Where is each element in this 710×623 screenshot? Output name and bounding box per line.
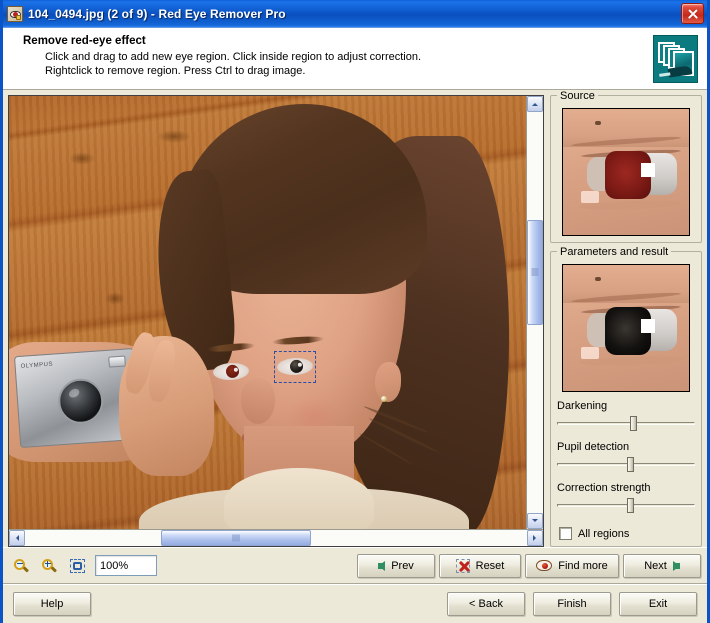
scroll-right-icon[interactable] <box>527 530 543 546</box>
find-more-button-label: Find more <box>558 559 608 572</box>
header-text-block: Remove red-eye effect Click and drag to … <box>3 35 653 78</box>
footer-bar: Help < Back Finish Exit <box>3 583 707 623</box>
fit-to-window-icon[interactable] <box>65 553 89 578</box>
pupil-detection-label: Pupil detection <box>557 441 630 453</box>
title-bar: 104_0494.jpg (2 of 9) - Red Eye Remover … <box>3 0 707 27</box>
reset-button-label: Reset <box>475 559 505 572</box>
photo-earring <box>381 396 387 402</box>
sidebar: Source Parameters and result Darkening P… <box>550 90 702 547</box>
horizontal-scroll-thumb[interactable] <box>160 530 312 546</box>
arrow-left-icon <box>378 560 386 571</box>
zoom-out-icon[interactable] <box>9 553 33 578</box>
page-title: Remove red-eye effect <box>23 35 146 47</box>
darkening-label: Darkening <box>557 400 608 412</box>
all-regions-row[interactable]: All regions <box>557 527 695 540</box>
exit-button[interactable]: Exit <box>619 591 697 616</box>
prev-button[interactable]: Prev <box>357 553 435 578</box>
source-groupbox: Source <box>550 90 702 243</box>
client-area: Remove red-eye effect Click and drag to … <box>3 27 707 623</box>
finish-button[interactable]: Finish <box>533 591 611 616</box>
image-canvas[interactable]: OLYMPUS <box>9 96 526 529</box>
scroll-left-icon[interactable] <box>9 530 25 546</box>
source-group-title: Source <box>557 90 598 102</box>
finish-button-label: Finish <box>557 597 587 610</box>
source-eye-preview <box>562 108 690 236</box>
all-regions-checkbox[interactable] <box>559 527 572 540</box>
zoom-level-input[interactable]: 100% <box>95 555 157 576</box>
red-eye-app-icon <box>7 5 23 22</box>
photo-nose <box>241 378 275 424</box>
pupil-detection-slider-thumb[interactable] <box>627 457 635 472</box>
arrow-right-icon <box>672 560 680 571</box>
correction-strength-slider-thumb[interactable] <box>627 498 635 513</box>
close-icon[interactable] <box>681 3 704 24</box>
instruction-line-1: Click and drag to add new eye region. Cl… <box>45 51 422 63</box>
darkening-slider[interactable] <box>557 415 695 433</box>
darkening-slider-thumb[interactable] <box>629 416 637 431</box>
vertical-scroll-track[interactable] <box>527 112 543 513</box>
horizontal-scroll-track[interactable] <box>25 530 527 546</box>
reset-icon <box>455 558 470 573</box>
result-eye-preview <box>562 264 690 392</box>
photo-stack-logo-icon <box>653 35 698 83</box>
help-button-label: Help <box>40 597 64 610</box>
pupil-detection-slider[interactable] <box>557 456 695 474</box>
pupil-detection-slider-group: Pupil detection <box>557 441 695 474</box>
eye-icon <box>536 560 553 571</box>
header-instructions: Click and drag to add new eye region. Cl… <box>23 50 653 78</box>
next-button[interactable]: Next <box>623 553 701 578</box>
correction-strength-slider-group: Correction strength <box>557 482 695 515</box>
scroll-down-icon[interactable] <box>527 513 543 529</box>
zoom-in-icon[interactable] <box>37 553 61 578</box>
window-title: 104_0494.jpg (2 of 9) - Red Eye Remover … <box>28 6 286 21</box>
parameters-and-result-groupbox: Parameters and result Darkening Pupil de… <box>550 246 702 547</box>
horizontal-scrollbar[interactable] <box>9 529 543 546</box>
photo-ear <box>375 362 401 402</box>
toolbar: 100% Prev Reset Find more Next <box>3 547 707 583</box>
work-area: OLYMPUS Source Parameters and result Dar… <box>3 90 707 547</box>
photo-collar <box>224 468 374 529</box>
prev-button-label: Prev <box>391 559 414 572</box>
instruction-line-2: Rightclick to remove region. Press Ctrl … <box>45 65 306 77</box>
image-row: OLYMPUS <box>9 96 543 529</box>
help-button[interactable]: Help <box>13 591 91 616</box>
next-button-label: Next <box>644 559 667 572</box>
back-button-label: < Back <box>469 597 503 610</box>
reset-button[interactable]: Reset <box>439 553 521 578</box>
all-regions-label: All regions <box>578 527 630 540</box>
image-panel: OLYMPUS <box>8 95 544 547</box>
wizard-header: Remove red-eye effect Click and drag to … <box>3 28 707 90</box>
find-more-button[interactable]: Find more <box>525 553 619 578</box>
back-button[interactable]: < Back <box>447 591 525 616</box>
vertical-scroll-thumb[interactable] <box>527 220 543 325</box>
correction-strength-label: Correction strength <box>557 482 651 494</box>
darkening-slider-group: Darkening <box>557 400 695 433</box>
vertical-scrollbar[interactable] <box>526 96 543 529</box>
exit-button-label: Exit <box>648 597 668 610</box>
result-group-title: Parameters and result <box>557 246 672 258</box>
application-window: 104_0494.jpg (2 of 9) - Red Eye Remover … <box>0 0 710 623</box>
scroll-up-icon[interactable] <box>527 96 543 112</box>
correction-strength-slider[interactable] <box>557 497 695 515</box>
